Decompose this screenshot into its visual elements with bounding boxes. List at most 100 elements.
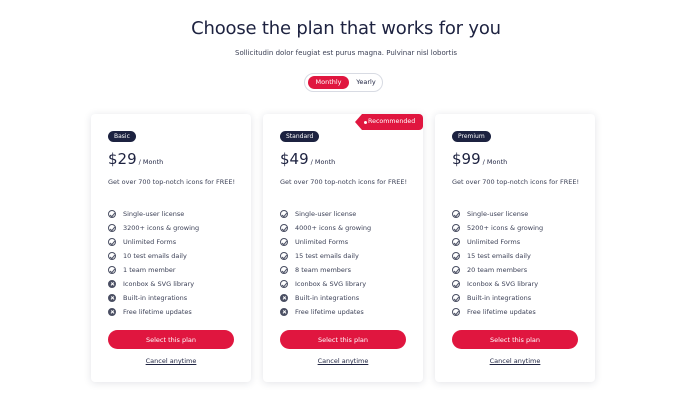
page-subtitle: Sollicitudin dolor feugiat est purus mag… <box>235 49 457 57</box>
feature-item: 3200+ icons & growing <box>108 221 199 235</box>
check-circle-icon <box>452 266 460 274</box>
feature-label: Iconbox & SVG library <box>295 280 367 288</box>
price-period: / Month <box>310 158 336 166</box>
select-plan-button[interactable]: Select this plan <box>280 330 406 349</box>
feature-item: Iconbox & SVG library <box>280 277 371 291</box>
check-circle-icon <box>280 238 288 246</box>
check-circle-icon <box>108 210 116 218</box>
feature-item: Free lifetime updates <box>452 305 543 319</box>
plan-price: $29 <box>108 150 137 168</box>
recommended-label: Recommended <box>368 118 416 125</box>
feature-item: 15 test emails daily <box>452 249 543 263</box>
check-circle-icon <box>452 210 460 218</box>
plan-card-basic: Basic $29/ Month Get over 700 top-notch … <box>91 114 251 382</box>
check-circle-icon <box>108 252 116 260</box>
check-circle-icon <box>108 238 116 246</box>
feature-item: Free lifetime updates <box>280 305 371 319</box>
feature-item: 10 test emails daily <box>108 249 199 263</box>
feature-item: 8 team members <box>280 263 371 277</box>
feature-item: 15 test emails daily <box>280 249 371 263</box>
plan-card-premium: Premium $99/ Month Get over 700 top-notc… <box>435 114 595 382</box>
cancel-anytime-link[interactable]: Cancel anytime <box>280 357 406 365</box>
plan-badge: Basic <box>108 131 136 142</box>
plan-description: Get over 700 top-notch icons for FREE! <box>108 178 236 186</box>
feature-label: Iconbox & SVG library <box>467 280 539 288</box>
feature-label: Single-user license <box>295 210 357 218</box>
feature-label: Built-in integrations <box>467 294 532 302</box>
feature-label: Unlimited Forms <box>123 238 177 246</box>
feature-label: Built-in integrations <box>295 294 360 302</box>
feature-item: Built-in integrations <box>108 291 199 305</box>
feature-label: Free lifetime updates <box>295 308 364 316</box>
cancel-anytime-link[interactable]: Cancel anytime <box>452 357 578 365</box>
feature-label: Single-user license <box>123 210 185 218</box>
feature-item: 5200+ icons & growing <box>452 221 543 235</box>
feature-item: 4000+ icons & growing <box>280 221 371 235</box>
x-circle-icon <box>108 308 116 316</box>
billing-option-yearly[interactable]: Yearly <box>351 76 381 89</box>
feature-list: Single-user license 3200+ icons & growing… <box>108 207 199 319</box>
select-plan-button[interactable]: Select this plan <box>452 330 578 349</box>
page-title: Choose the plan that works for you <box>191 18 501 39</box>
x-circle-icon <box>280 308 288 316</box>
price-row: $29/ Month <box>108 149 163 168</box>
plan-price: $49 <box>280 150 309 168</box>
feature-label: 4000+ icons & growing <box>295 224 372 232</box>
feature-item: Single-user license <box>452 207 543 221</box>
check-circle-icon <box>452 252 460 260</box>
feature-label: Single-user license <box>467 210 529 218</box>
feature-item: Single-user license <box>108 207 199 221</box>
plan-description: Get over 700 top-notch icons for FREE! <box>452 178 580 186</box>
plan-card-standard: Standard $49/ Month Get over 700 top-not… <box>263 114 423 382</box>
dot-icon <box>364 120 367 124</box>
feature-item: Built-in integrations <box>280 291 371 305</box>
feature-label: 8 team members <box>295 266 351 274</box>
x-circle-icon <box>108 294 116 302</box>
feature-label: 1 team member <box>123 266 176 274</box>
feature-list: Single-user license 4000+ icons & growing… <box>280 207 371 319</box>
check-circle-icon <box>108 266 116 274</box>
plan-price: $99 <box>452 150 481 168</box>
x-circle-icon <box>108 280 116 288</box>
check-circle-icon <box>280 210 288 218</box>
recommended-ribbon: Recommended <box>355 114 423 130</box>
x-circle-icon <box>280 294 288 302</box>
price-row: $99/ Month <box>452 149 507 168</box>
check-circle-icon <box>452 308 460 316</box>
price-period: / Month <box>482 158 508 166</box>
billing-option-monthly[interactable]: Monthly <box>308 76 349 89</box>
plan-description: Get over 700 top-notch icons for FREE! <box>280 178 408 186</box>
feature-item: 20 team members <box>452 263 543 277</box>
check-circle-icon <box>452 280 460 288</box>
feature-item: Built-in integrations <box>452 291 543 305</box>
feature-label: 5200+ icons & growing <box>467 224 544 232</box>
check-circle-icon <box>452 238 460 246</box>
feature-item: 1 team member <box>108 263 199 277</box>
check-circle-icon <box>280 266 288 274</box>
plan-badge: Premium <box>452 131 491 142</box>
check-circle-icon <box>280 280 288 288</box>
check-circle-icon <box>280 252 288 260</box>
check-circle-icon <box>108 224 116 232</box>
feature-item: Unlimited Forms <box>452 235 543 249</box>
feature-item: Iconbox & SVG library <box>452 277 543 291</box>
feature-label: 15 test emails daily <box>295 252 359 260</box>
check-circle-icon <box>452 294 460 302</box>
feature-item: Iconbox & SVG library <box>108 277 199 291</box>
feature-item: Free lifetime updates <box>108 305 199 319</box>
feature-item: Single-user license <box>280 207 371 221</box>
plan-badge: Standard <box>280 131 320 142</box>
price-row: $49/ Month <box>280 149 335 168</box>
feature-label: 10 test emails daily <box>123 252 187 260</box>
select-plan-button[interactable]: Select this plan <box>108 330 234 349</box>
feature-item: Unlimited Forms <box>108 235 199 249</box>
cancel-anytime-link[interactable]: Cancel anytime <box>108 357 234 365</box>
feature-label: Unlimited Forms <box>467 238 521 246</box>
feature-label: Free lifetime updates <box>123 308 192 316</box>
feature-label: Iconbox & SVG library <box>123 280 195 288</box>
feature-item: Unlimited Forms <box>280 235 371 249</box>
feature-label: Free lifetime updates <box>467 308 536 316</box>
feature-label: 20 team members <box>467 266 528 274</box>
feature-label: 3200+ icons & growing <box>123 224 200 232</box>
check-circle-icon <box>280 224 288 232</box>
